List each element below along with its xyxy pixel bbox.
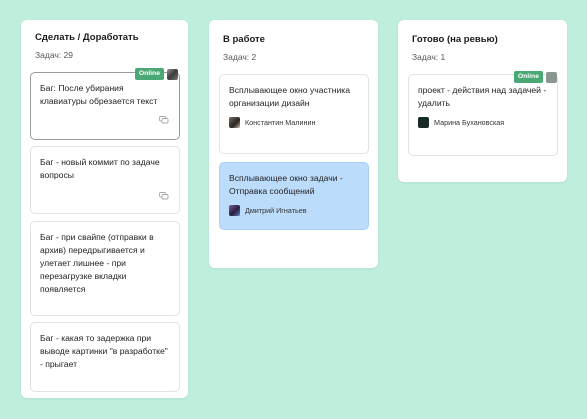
avatar (229, 117, 240, 128)
column-title: Сделать / Доработать (35, 32, 139, 43)
avatar (229, 205, 240, 216)
assignee: Марина Бухановская (418, 116, 548, 129)
task-card[interactable]: проект - действия над задачей - удалить … (408, 71, 558, 156)
column-in-progress: В работе Задач: 2 Всплывающее окно участ… (209, 20, 378, 268)
task-count: Задач: 29 (35, 50, 73, 60)
card-text: Всплывающее окно участника организации д… (229, 85, 351, 108)
task-card[interactable]: Баг - какая то задержка при выводе карти… (30, 322, 180, 392)
avatar (167, 69, 178, 80)
assignee: Константин Малинин (229, 116, 359, 129)
card-text: Всплывающее окно задачи - Отправка сообщ… (229, 173, 343, 196)
assignee-name: Марина Бухановская (434, 118, 505, 127)
task-card[interactable]: Баг: После убирания клавиатуры обрезаетс… (30, 68, 180, 140)
task-card[interactable]: Всплывающее окно задачи - Отправка сообщ… (219, 162, 369, 230)
card-text: Баг - какая то задержка при выводе карти… (40, 333, 168, 369)
assignee-name: Дмитрий Игнатьев (245, 206, 307, 215)
card-text: Баг - новый коммит по задаче вопросы (40, 157, 160, 180)
comment-icon[interactable] (159, 116, 169, 124)
card-text: проект - действия над задачей - удалить (418, 85, 547, 108)
assignee: Дмитрий Игнатьев (229, 204, 359, 217)
avatar (418, 117, 429, 128)
assignee-name: Константин Малинин (245, 118, 316, 127)
column-title: Готово (на ревью) (412, 34, 498, 45)
task-count: Задач: 2 (223, 52, 257, 62)
online-badge: Online (134, 68, 164, 80)
online-badge: Online (513, 71, 543, 83)
column-done-review: Готово (на ревью) Задач: 1 проект - дейс… (398, 20, 567, 182)
task-count: Задач: 1 (412, 52, 446, 62)
comment-icon[interactable] (159, 192, 169, 200)
card-text: Баг - при свайпе (отправки в архив) пере… (40, 232, 154, 294)
task-card[interactable]: Всплывающее окно участника организации д… (219, 74, 369, 154)
column-todo: Сделать / Доработать Задач: 29 Баг: Посл… (21, 20, 188, 398)
avatar (546, 72, 557, 83)
column-title: В работе (223, 34, 265, 45)
task-card[interactable]: Баг - новый коммит по задаче вопросы (30, 146, 180, 214)
task-card[interactable]: Баг - при свайпе (отправки в архив) пере… (30, 221, 180, 316)
card-text: Баг: После убирания клавиатуры обрезаетс… (40, 83, 158, 106)
